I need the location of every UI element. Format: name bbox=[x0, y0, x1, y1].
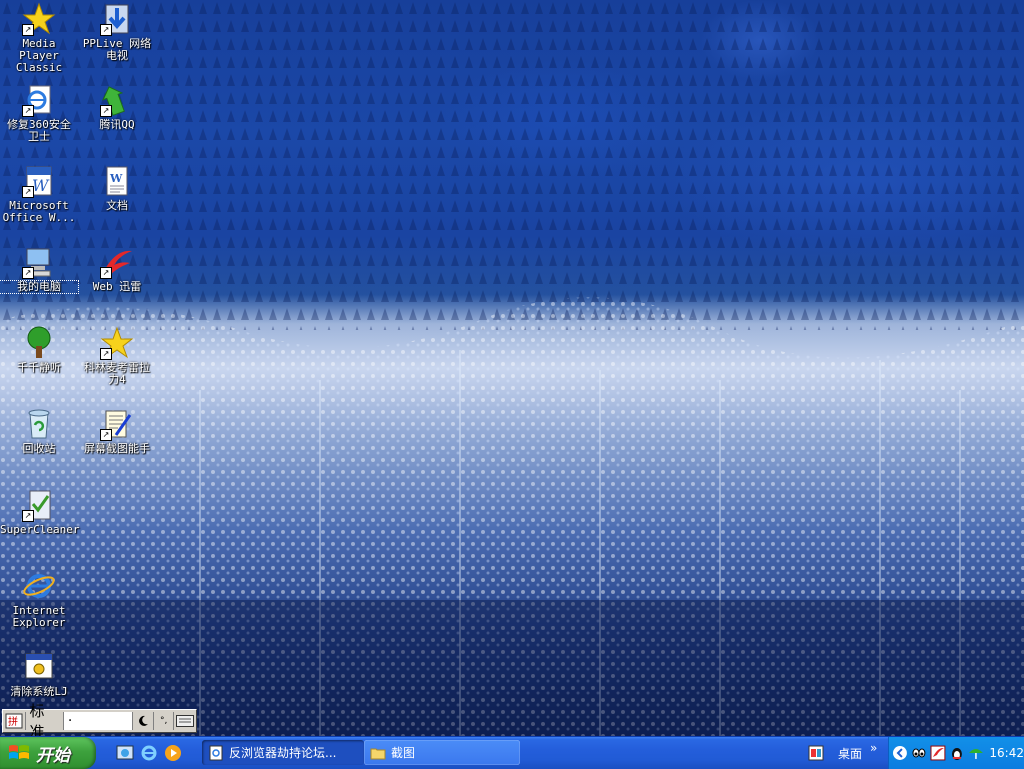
half-moon-icon[interactable] bbox=[133, 712, 154, 730]
punctuation-icon[interactable]: °, bbox=[154, 712, 175, 730]
shortcut-arrow-icon: ↗ bbox=[22, 510, 34, 522]
system-tray: 16:42 bbox=[888, 737, 1024, 769]
show-desktop-icon[interactable] bbox=[115, 743, 135, 763]
taskbar-item-label: 反浏览器劫持论坛... bbox=[229, 746, 337, 760]
windows-logo-icon bbox=[9, 745, 29, 759]
svg-text:W: W bbox=[32, 176, 50, 195]
shortcut-arrow-icon: ↗ bbox=[100, 267, 112, 279]
svg-text:W: W bbox=[109, 172, 123, 185]
show-hidden-icons-icon[interactable] bbox=[892, 745, 908, 761]
folder-icon bbox=[370, 748, 386, 759]
shortcut-arrow-icon: ↗ bbox=[22, 105, 34, 117]
taskbar-item-forum[interactable]: 反浏览器劫持论坛... bbox=[202, 740, 364, 765]
word-document-icon: W bbox=[106, 166, 128, 196]
desktop-icon-repair-360[interactable]: ↗ 修复360安全 卫士 bbox=[0, 83, 78, 143]
icon-label: Web 迅雷 bbox=[92, 280, 142, 293]
desktop-toolbar-label[interactable]: 桌面 bbox=[838, 745, 862, 762]
icon-label: 回收站 bbox=[22, 442, 56, 455]
icon-label: 文档 bbox=[106, 199, 128, 212]
desktop-icon-my-computer[interactable]: ↗ 我的电脑 bbox=[0, 245, 79, 294]
shortcut-arrow-icon: ↗ bbox=[100, 429, 112, 441]
qq-penguin-icon[interactable] bbox=[949, 745, 965, 761]
chevron-right-icon[interactable]: » bbox=[870, 741, 877, 755]
icon-label: 修复360安全 卫士 bbox=[7, 118, 71, 143]
thunder-tray-icon[interactable] bbox=[930, 745, 946, 761]
shortcut-arrow-icon: ↗ bbox=[22, 267, 34, 279]
ime-tray-icon[interactable] bbox=[808, 745, 824, 761]
ime-mode-label[interactable]: 标准 bbox=[26, 702, 64, 741]
shortcut-arrow-icon: ↗ bbox=[100, 24, 112, 36]
taskbar-item-label: 截图 bbox=[391, 746, 416, 760]
icon-label: 屏幕截图能手 bbox=[84, 442, 150, 455]
desktop-icon-documents[interactable]: W 文档 bbox=[78, 164, 156, 212]
language-bar[interactable]: 拼 标准 · °, bbox=[2, 702, 197, 741]
ime-status-field[interactable]: · bbox=[63, 712, 134, 730]
icon-label: Media Player Classic bbox=[15, 37, 63, 74]
icon-label: 我的电脑 bbox=[0, 280, 79, 294]
desktop-icon-media-player-classic[interactable]: ↗ Media Player Classic bbox=[0, 2, 78, 74]
icon-label: Internet Explorer bbox=[12, 604, 66, 629]
desktop-icon-ttplayer[interactable]: 千千静听 bbox=[0, 326, 78, 374]
desktop-icon-web-thunder[interactable]: ↗ Web 迅雷 bbox=[78, 245, 156, 293]
document-icon bbox=[209, 745, 223, 760]
start-label: 开始 bbox=[36, 745, 70, 766]
icon-label: 腾讯QQ bbox=[99, 118, 135, 131]
desktop-icon-clear-system-lj[interactable]: 清除系统LJ bbox=[0, 650, 78, 698]
shortcut-arrow-icon: ↗ bbox=[100, 348, 112, 360]
soft-keyboard-icon[interactable] bbox=[174, 712, 196, 730]
taskbar-item-screenshots-folder[interactable]: 截图 bbox=[364, 740, 520, 765]
desktop-icon-tencent-qq[interactable]: ↗ 腾讯QQ bbox=[78, 83, 156, 131]
shortcut-arrow-icon: ↗ bbox=[22, 24, 34, 36]
desktop-icon-pplive[interactable]: ↗ PPLive 网络 电视 bbox=[78, 2, 156, 62]
icon-label: Microsoft Office W... bbox=[2, 199, 76, 224]
desktop-icon-colin-mcrae-rally-4[interactable]: ↗ 科林麦考雷拉 力4 bbox=[78, 326, 156, 386]
system-window-icon bbox=[25, 653, 53, 679]
icon-label: SuperCleaner bbox=[0, 523, 80, 536]
shortcut-arrow-icon: ↗ bbox=[22, 186, 34, 198]
icon-label: 千千静听 bbox=[17, 361, 61, 374]
shortcut-arrow-icon: ↗ bbox=[100, 105, 112, 117]
quick-launch bbox=[115, 743, 183, 763]
svg-text:拼: 拼 bbox=[8, 715, 18, 728]
ime-logo-icon[interactable]: 拼 bbox=[3, 712, 26, 730]
internet-explorer-icon bbox=[23, 574, 55, 598]
media-player-icon[interactable] bbox=[163, 743, 183, 763]
desktop-icon-screenshot-tool[interactable]: ↗ 屏幕截图能手 bbox=[78, 407, 156, 455]
internet-explorer-icon[interactable] bbox=[139, 743, 159, 763]
desktop-icon-supercleaner[interactable]: ↗ SuperCleaner bbox=[0, 488, 80, 536]
desktop-icon-recycle-bin[interactable]: 回收站 bbox=[0, 407, 78, 455]
icon-label: 科林麦考雷拉 力4 bbox=[84, 361, 150, 386]
start-button[interactable]: 开始 bbox=[0, 737, 96, 769]
eyes-icon[interactable] bbox=[911, 745, 927, 761]
taskbar: 开始 反浏览器劫持论坛... 截图 桌面 » 16:42 bbox=[0, 736, 1024, 769]
icon-label: PPLive 网络 电视 bbox=[82, 37, 152, 62]
clock[interactable]: 16:42 bbox=[989, 746, 1024, 760]
recycle-bin-icon bbox=[28, 409, 50, 439]
icon-label: 清除系统LJ bbox=[10, 685, 68, 698]
desktop-icon-internet-explorer[interactable]: Internet Explorer bbox=[0, 569, 78, 629]
tree-icon bbox=[27, 326, 51, 358]
desktop-icon-microsoft-office-word[interactable]: W ↗ Microsoft Office W... bbox=[0, 164, 78, 224]
umbrella-icon[interactable] bbox=[968, 745, 984, 761]
